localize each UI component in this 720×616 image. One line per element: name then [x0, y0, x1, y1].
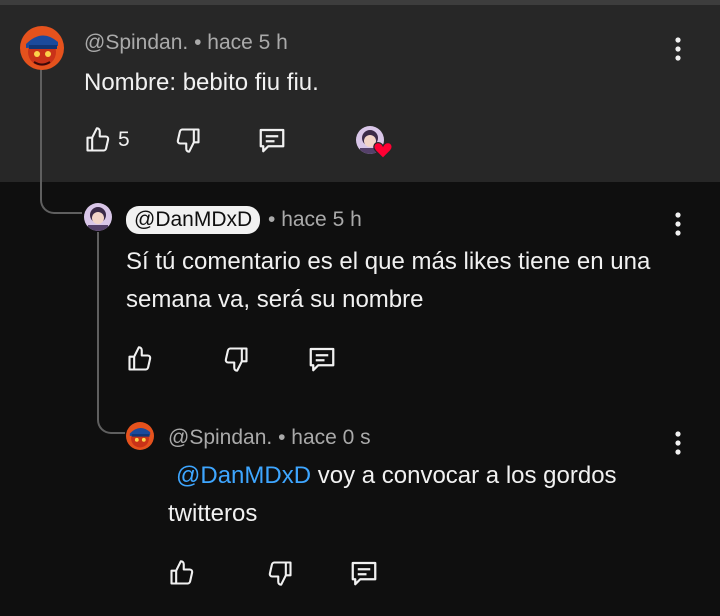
avatar[interactable]: [126, 422, 154, 450]
more-actions-button[interactable]: [666, 209, 690, 239]
creator-heart-badge: [373, 141, 393, 164]
reply-button[interactable]: [348, 557, 380, 589]
thumbs-down-icon: [224, 347, 248, 372]
comment-time: • hace 5 h: [194, 31, 288, 54]
heart-icon: [373, 142, 393, 160]
comment-header: @DanMDxD • hace 5 h: [126, 206, 362, 234]
more-vertical-icon: [675, 37, 681, 61]
reply-button[interactable]: [256, 124, 288, 156]
like-count: 5: [118, 128, 130, 151]
thumbs-up-icon: [170, 560, 194, 585]
reply-button[interactable]: [306, 343, 338, 375]
more-actions-button[interactable]: [666, 428, 690, 458]
comment-actions: 5: [82, 124, 288, 156]
comment-text: Nombre: bebito fiu fiu.: [84, 69, 319, 96]
more-vertical-icon: [675, 431, 681, 455]
thread-line-1: [40, 68, 82, 214]
author-name[interactable]: @DanMDxD: [126, 206, 261, 234]
author-name[interactable]: @Spindan.: [168, 426, 272, 449]
comment-text: Sí tú comentario es el que más likes tie…: [126, 248, 651, 313]
thumbs-up-icon: [128, 346, 152, 371]
more-actions-button[interactable]: [666, 34, 690, 64]
comment-actions: [124, 343, 338, 375]
comment-time: • hace 0 s: [278, 426, 371, 449]
reply-comment-icon: [351, 561, 377, 586]
thread-line-2: [97, 232, 125, 434]
avatar[interactable]: [84, 203, 112, 231]
dislike-button[interactable]: [264, 557, 296, 589]
reply-comment-icon: [309, 347, 335, 372]
mention-link[interactable]: @DanMDxD: [176, 462, 311, 489]
like-button[interactable]: [124, 343, 156, 375]
comment-time: • hace 5 h: [268, 208, 362, 231]
thumbs-up-icon: [86, 127, 110, 152]
like-button[interactable]: [82, 124, 114, 156]
like-button[interactable]: [166, 557, 198, 589]
reply-comment-icon: [259, 128, 285, 153]
thumbs-down-icon: [176, 128, 200, 153]
comment-text: @DanMDxD voy a convocar a los gordos twi…: [168, 457, 678, 533]
comment-actions: [166, 557, 380, 589]
more-vertical-icon: [675, 212, 681, 236]
author-name[interactable]: @Spindan.: [84, 31, 188, 54]
comment-header: @Spindan. • hace 5 h: [84, 31, 288, 55]
dislike-button[interactable]: [220, 343, 252, 375]
avatar[interactable]: [20, 26, 64, 70]
comment-header: @Spindan. • hace 0 s: [168, 426, 371, 450]
dislike-button[interactable]: [172, 124, 204, 156]
thumbs-down-icon: [268, 561, 292, 586]
